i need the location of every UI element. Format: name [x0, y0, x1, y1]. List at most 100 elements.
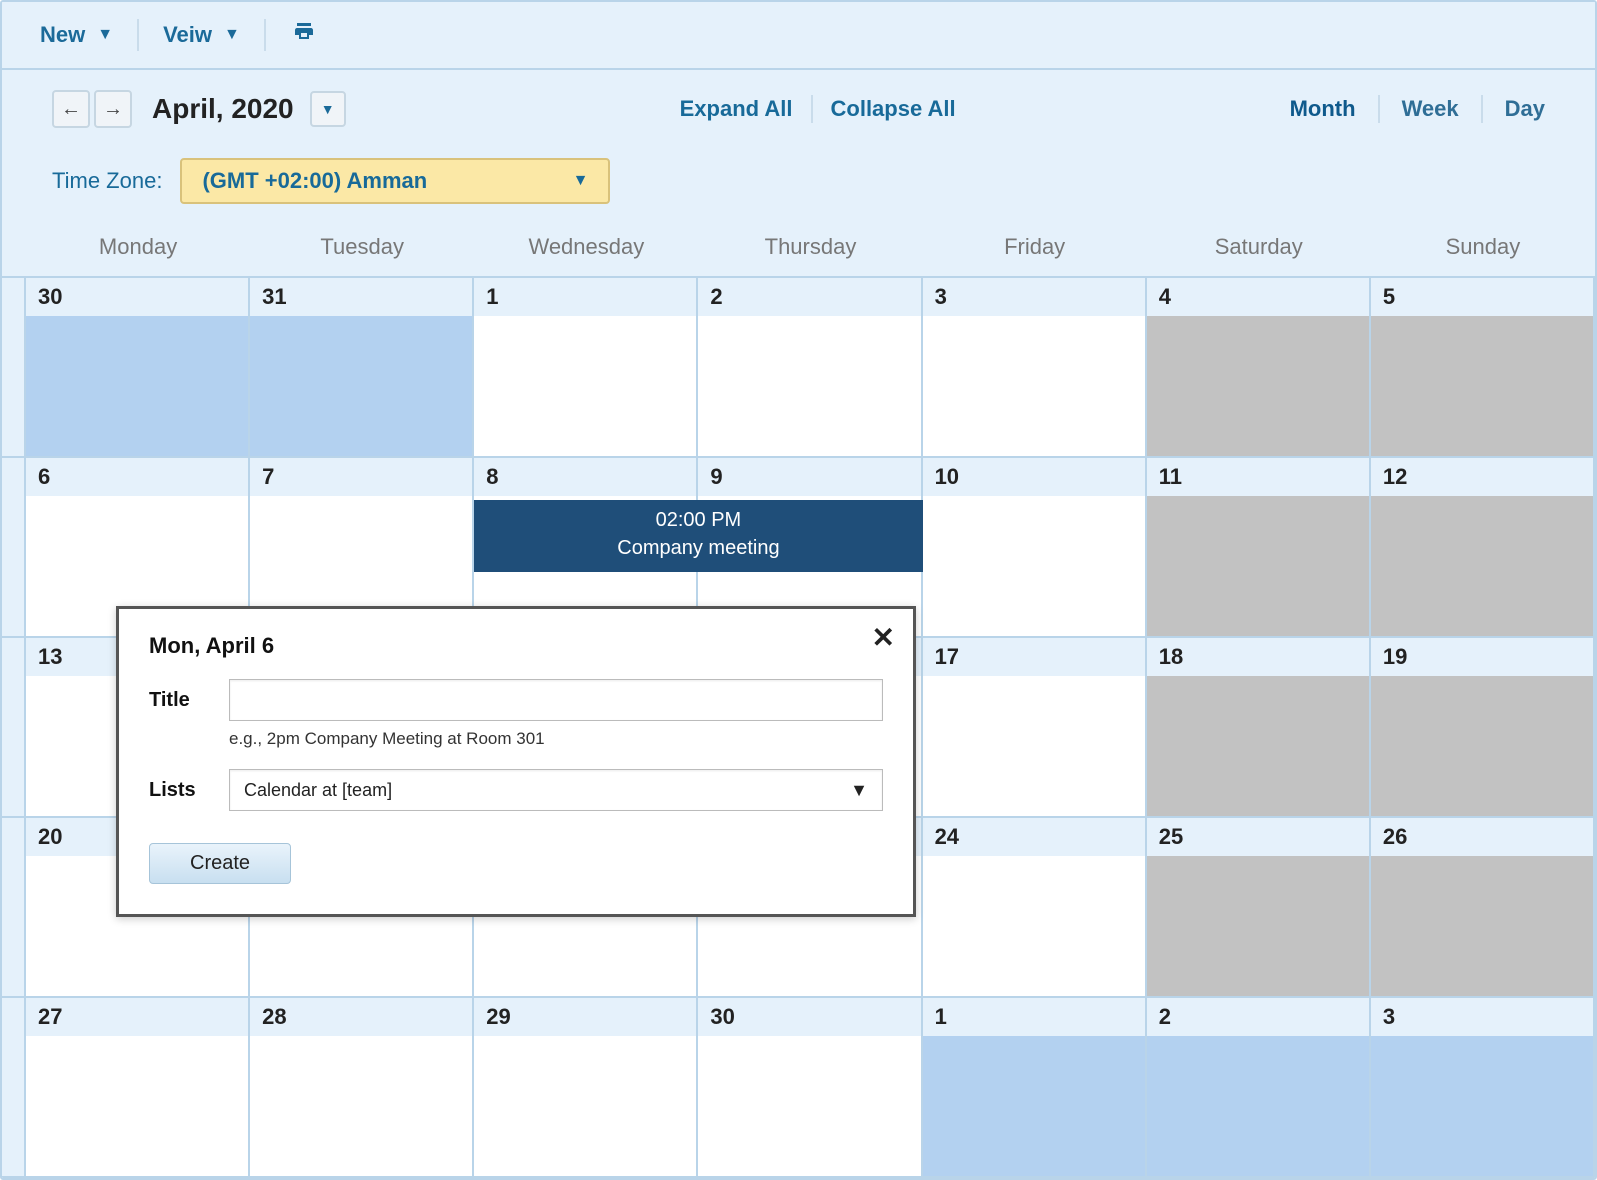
separator [137, 19, 139, 51]
event-time: 02:00 PM [478, 506, 918, 534]
day-body [923, 676, 1145, 816]
day-body [698, 1036, 920, 1176]
title-hint: e.g., 2pm Company Meeting at Room 301 [229, 729, 883, 749]
dropdown-icon: ▼ [573, 172, 589, 190]
day-number: 7 [250, 458, 472, 496]
dropdown-icon: ▼ [97, 26, 113, 44]
calendar-cell[interactable]: 12 [1371, 458, 1595, 638]
dropdown-icon: ▼ [224, 26, 240, 44]
calendar-cell[interactable]: 5 [1371, 278, 1595, 458]
calendar-cell[interactable]: 29 [474, 998, 698, 1178]
separator [811, 95, 813, 123]
week-gutter [2, 638, 26, 818]
close-button[interactable]: ✕ [872, 621, 895, 654]
view-button[interactable]: Veiw ▼ [145, 14, 258, 56]
calendar-cell[interactable]: 31 [250, 278, 474, 458]
day-number: 18 [1147, 638, 1369, 676]
day-body [1147, 316, 1369, 456]
day-body [1371, 316, 1593, 456]
calendar-cell[interactable]: 1 [474, 278, 698, 458]
day-number: 25 [1147, 818, 1369, 856]
day-number: 8 [474, 458, 696, 496]
timezone-select[interactable]: (GMT +02:00) Amman ▼ [180, 158, 610, 204]
arrow-left-icon: ← [61, 98, 81, 121]
header-row: ← → April, 2020 ▼ Expand All Collapse Al… [2, 70, 1595, 138]
calendar-cell[interactable]: 11 [1147, 458, 1371, 638]
calendar-cell[interactable]: 4 [1147, 278, 1371, 458]
calendar-event[interactable]: 02:00 PMCompany meeting [474, 500, 922, 572]
dropdown-icon: ▼ [321, 101, 335, 117]
create-button[interactable]: Create [149, 843, 291, 884]
view-label: Veiw [163, 22, 212, 48]
day-number: 29 [474, 998, 696, 1036]
toolbar: New ▼ Veiw ▼ [2, 2, 1595, 70]
calendar-cell[interactable]: 18 [1147, 638, 1371, 818]
week-gutter [2, 458, 26, 638]
day-header: Friday [923, 228, 1147, 270]
day-number: 2 [1147, 998, 1369, 1036]
day-number: 3 [1371, 998, 1593, 1036]
separator [1378, 95, 1380, 123]
view-month-link[interactable]: Month [1290, 96, 1356, 122]
day-number: 10 [923, 458, 1145, 496]
day-number: 1 [474, 278, 696, 316]
calendar-cell[interactable]: 3 [1371, 998, 1595, 1178]
view-week-link[interactable]: Week [1402, 96, 1459, 122]
day-body [26, 316, 248, 456]
calendar-cell[interactable]: 10 [923, 458, 1147, 638]
day-body [26, 1036, 248, 1176]
day-body [923, 316, 1145, 456]
calendar-cell[interactable]: 1 [923, 998, 1147, 1178]
prev-month-button[interactable]: ← [52, 90, 90, 128]
day-header: Thursday [698, 228, 922, 270]
day-number: 4 [1147, 278, 1369, 316]
day-number: 30 [698, 998, 920, 1036]
day-header: Monday [26, 228, 250, 270]
day-body [1371, 1036, 1593, 1176]
calendar-cell[interactable]: 26 [1371, 818, 1595, 998]
calendar-cell[interactable]: 24 [923, 818, 1147, 998]
calendar-cell[interactable]: 3 [923, 278, 1147, 458]
close-icon: ✕ [872, 622, 895, 653]
day-number: 6 [26, 458, 248, 496]
calendar-cell[interactable]: 27 [26, 998, 250, 1178]
collapse-all-link[interactable]: Collapse All [831, 96, 956, 122]
calendar-cell[interactable]: 17 [923, 638, 1147, 818]
print-button[interactable] [272, 12, 336, 58]
event-title: Company meeting [478, 534, 918, 562]
calendar-cell[interactable]: 25 [1147, 818, 1371, 998]
day-number: 17 [923, 638, 1145, 676]
new-label: New [40, 22, 85, 48]
day-body [1147, 496, 1369, 636]
day-number: 19 [1371, 638, 1593, 676]
lists-select[interactable]: Calendar at [team] ▼ [229, 769, 883, 811]
calendar-cell[interactable]: 2 [1147, 998, 1371, 1178]
day-body [250, 316, 472, 456]
calendar-cell[interactable]: 30 [698, 998, 922, 1178]
calendar-cell[interactable]: 2 [698, 278, 922, 458]
new-event-popup: ✕ Mon, April 6 Title e.g., 2pm Company M… [116, 606, 916, 917]
day-number: 11 [1147, 458, 1369, 496]
day-body [1371, 676, 1593, 816]
new-button[interactable]: New ▼ [22, 14, 131, 56]
day-number: 30 [26, 278, 248, 316]
day-number: 27 [26, 998, 248, 1036]
title-input[interactable] [229, 679, 883, 721]
expand-all-link[interactable]: Expand All [680, 96, 793, 122]
next-month-button[interactable]: → [94, 90, 132, 128]
day-body [1147, 676, 1369, 816]
month-dropdown[interactable]: ▼ [310, 91, 346, 127]
arrow-right-icon: → [103, 98, 123, 121]
timezone-label: Time Zone: [52, 168, 162, 194]
calendar-cell[interactable]: 28 [250, 998, 474, 1178]
calendar-cell[interactable]: 30 [26, 278, 250, 458]
day-number: 3 [923, 278, 1145, 316]
calendar-cell[interactable]: 19 [1371, 638, 1595, 818]
day-header: Sunday [1371, 228, 1595, 270]
day-body [1371, 856, 1593, 996]
day-headers: Monday Tuesday Wednesday Thursday Friday… [2, 228, 1595, 276]
view-day-link[interactable]: Day [1505, 96, 1545, 122]
day-body [474, 1036, 696, 1176]
day-body [1147, 856, 1369, 996]
day-number: 24 [923, 818, 1145, 856]
